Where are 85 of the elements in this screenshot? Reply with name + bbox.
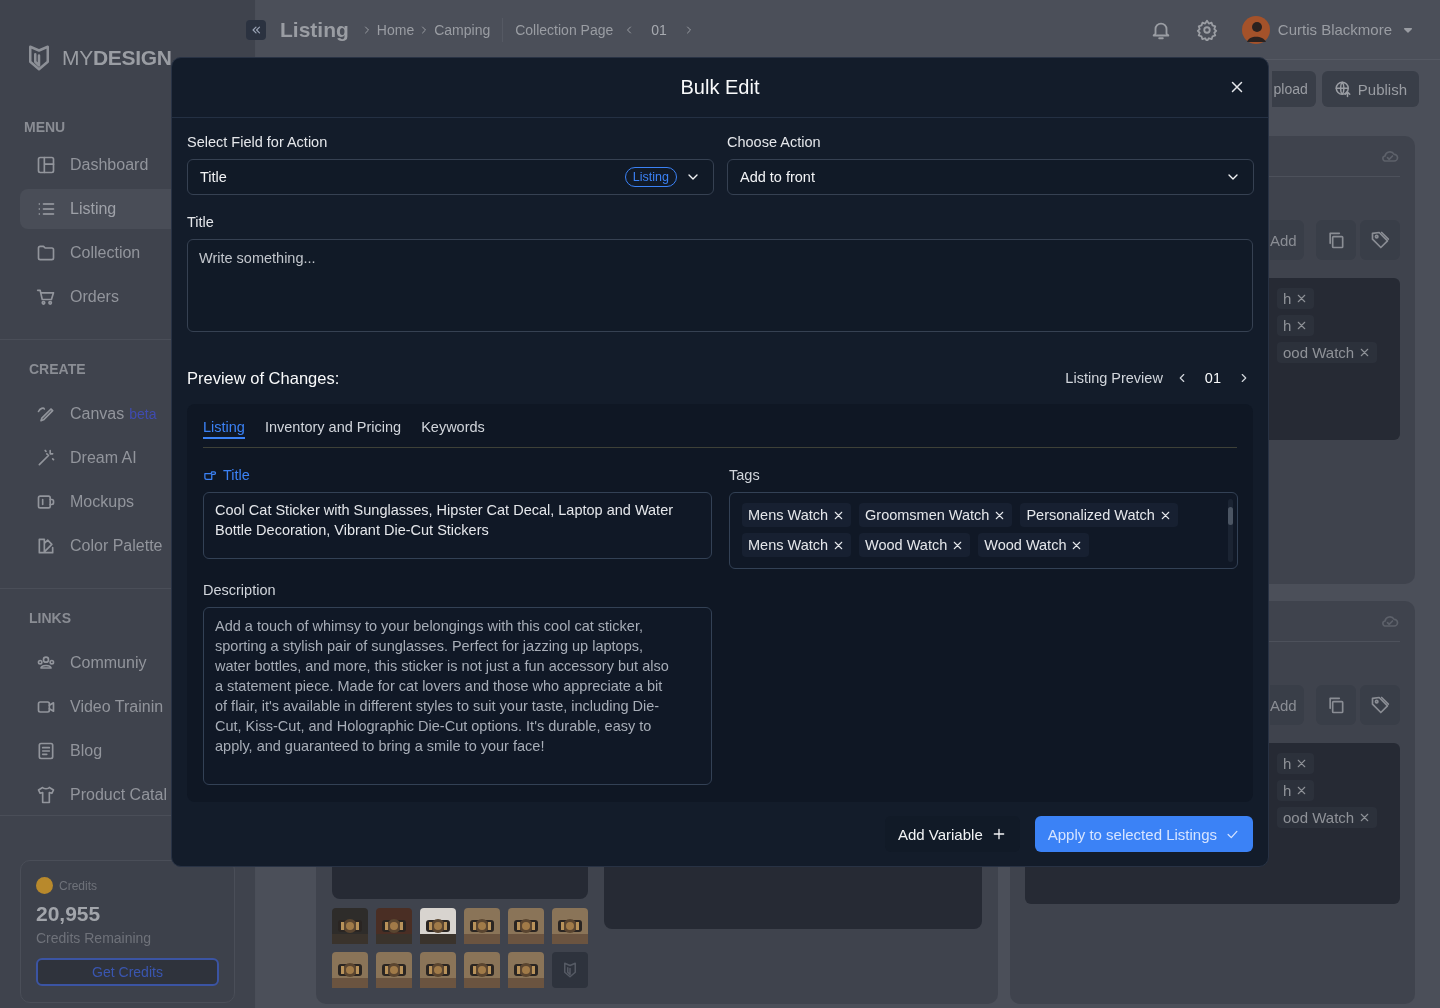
section-heading: CREATE <box>28 360 87 378</box>
sidebar-item[interactable]: Canvas beta <box>20 394 171 434</box>
description-preview: Add a touch of whimsy to your belongings with this cool cat sticker, sporting a stylish pair of sunglasses. Perfect for jazzing up laptops, water bottles, and more, this sticker is not just a fun accessory but also a statement piece. Made for cat lovers and those who appreciate a bit of flair, it's available in different styles to suit your taste, including Die-Cut, Kiss-Cut, and Holographic Die-Cut options. It's durable, easy to apply, and guaranteed to bring a smile to your face! <box>203 607 712 785</box>
sidebar-item[interactable]: Dashboard <box>20 145 171 185</box>
breadcrumb-link[interactable]: Home <box>376 21 415 38</box>
add-variable-button[interactable]: Add Variable <box>884 816 1020 852</box>
tag-label: ood Watch <box>1283 809 1355 826</box>
tag-button[interactable] <box>1360 685 1400 725</box>
tag-label: Personalized Watch <box>1026 506 1155 525</box>
copy-button[interactable] <box>1316 685 1356 725</box>
get-credits-button[interactable]: Get Credits <box>36 958 219 986</box>
shield-icon <box>561 961 579 979</box>
tag-icon <box>1370 230 1390 250</box>
tags-label: Tags <box>729 466 761 484</box>
collapse-sidebar-button[interactable] <box>246 19 266 40</box>
avatar[interactable] <box>1241 15 1270 44</box>
copy-button[interactable] <box>1316 220 1356 260</box>
sidebar-item[interactable]: Color Palette <box>20 526 171 566</box>
tab[interactable]: Keywords <box>421 418 485 439</box>
field-label: Select Field for Action <box>187 133 329 151</box>
sidebar-item[interactable]: Listing <box>20 189 171 229</box>
breadcrumb-link[interactable]: Camping <box>434 21 491 38</box>
sidebar-item[interactable]: Communiy <box>20 643 171 683</box>
collection-page-label: Collection Page <box>515 21 614 38</box>
title-input[interactable]: Write something... <box>187 239 1253 332</box>
section-heading: MENU <box>23 118 67 136</box>
section-heading: LINKS <box>28 609 72 627</box>
tag-label: h <box>1283 290 1292 307</box>
beta-label: beta <box>129 406 157 422</box>
dialog-title: Bulk Edit <box>680 76 760 99</box>
apply-button[interactable]: Apply to selected Listings <box>1034 816 1253 852</box>
title-preview: Cool Cat Sticker with Sunglasses, Hipster Cat Decal, Laptop and Water Bottle Decoration, Vibrant Die-Cut Stickers <box>203 492 712 559</box>
pencil-icon <box>36 404 56 424</box>
add-button[interactable]: Add <box>1270 220 1304 260</box>
tag-label: Wood Watch <box>865 536 948 555</box>
add-button[interactable]: Add <box>1270 685 1304 725</box>
tag-label: Wood Watch <box>984 536 1067 555</box>
tag-label: h <box>1283 317 1292 334</box>
cart-icon <box>36 287 56 307</box>
scrollbar[interactable] <box>1228 499 1233 562</box>
tab[interactable]: Listing <box>203 418 245 439</box>
tag-label: Mens Watch <box>748 536 829 555</box>
globe-icon <box>1333 80 1352 98</box>
page-title: Listing <box>280 17 349 42</box>
action-label: Choose Action <box>727 133 822 151</box>
sidebar-item[interactable]: Video Trainin <box>20 687 171 727</box>
sidebar-item[interactable]: Blog <box>20 731 171 771</box>
tag-label: Groomsmen Watch <box>865 506 990 525</box>
logo-text: MYDESIGN <box>62 46 172 70</box>
text-label: Title <box>187 213 215 231</box>
tag-label: h <box>1283 755 1292 772</box>
folder-icon <box>36 243 56 263</box>
tag-label: ood Watch <box>1283 344 1355 361</box>
settings-icon[interactable] <box>1195 18 1218 41</box>
tag-button[interactable] <box>1360 220 1400 260</box>
tab[interactable]: Inventory and Pricing <box>264 418 402 439</box>
copy-icon <box>1326 695 1346 715</box>
title-label: Title <box>223 467 250 483</box>
coin-icon <box>36 877 53 894</box>
sidebar-item[interactable]: Mockups <box>20 482 171 522</box>
sidebar-item[interactable]: Collection <box>20 233 171 273</box>
publish-button[interactable]: Publish <box>1321 71 1419 107</box>
user-name[interactable]: Curtis Blackmore <box>1277 21 1392 38</box>
preview-page: 01 <box>1204 370 1221 386</box>
t-shirt-icon <box>36 785 56 805</box>
page-number: 01 <box>651 21 667 38</box>
copy-icon <box>1326 230 1346 250</box>
document-icon <box>36 741 56 761</box>
credits-amount: 20,955 <box>36 902 102 926</box>
field-select[interactable]: Title Listing <box>187 159 714 195</box>
preview-heading: Preview of Changes: <box>187 368 341 388</box>
mug-icon <box>36 492 56 512</box>
sidebar-item[interactable]: Dream AI <box>20 438 171 478</box>
tag-label: h <box>1283 782 1292 799</box>
tag-icon <box>1370 695 1390 715</box>
sidebar-item[interactable]: Orders <box>20 277 171 317</box>
description-label: Description <box>203 581 277 599</box>
upload-button[interactable]: pload <box>1271 71 1316 107</box>
magic-wand-icon <box>36 448 56 468</box>
preview-label: Listing Preview <box>1065 370 1163 386</box>
sidebar-item[interactable]: Product Catal <box>20 775 171 815</box>
tag-label: Mens Watch <box>748 506 829 525</box>
dashboard-icon <box>36 155 56 175</box>
action-select[interactable]: Add to front <box>727 159 1254 195</box>
swatch-icon <box>36 536 56 556</box>
